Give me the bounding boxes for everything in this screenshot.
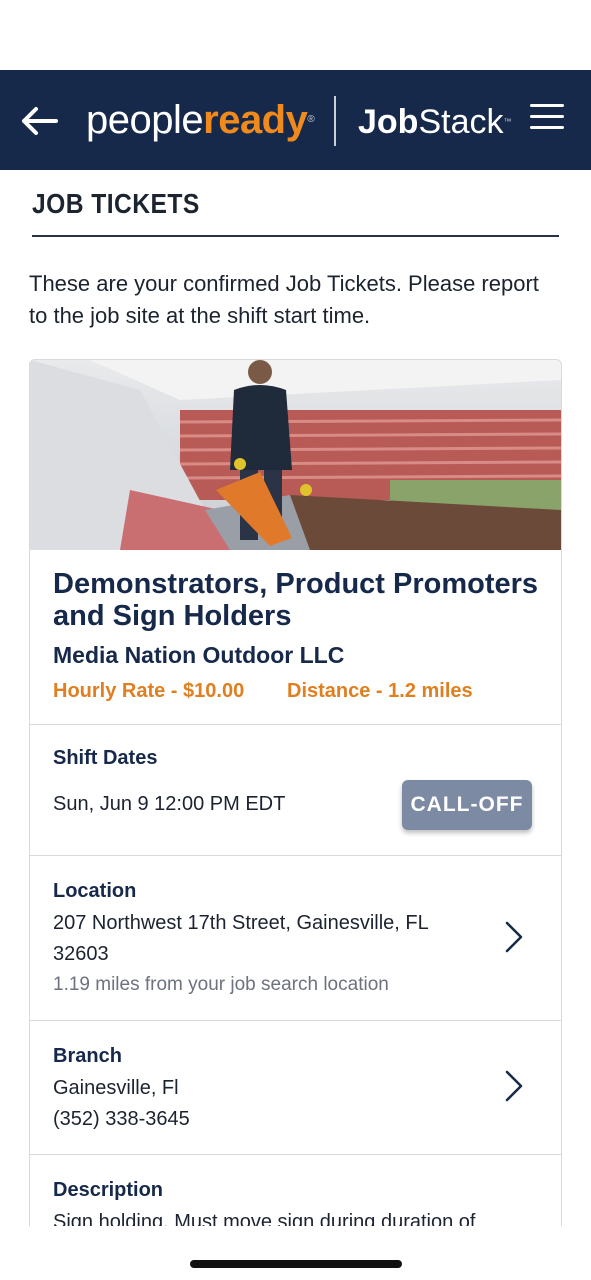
home-indicator[interactable] <box>190 1260 402 1268</box>
app-header: peopleready® JobStack™ <box>0 70 591 170</box>
jobstack-stack: Stack <box>418 103 504 141</box>
branch-phone[interactable]: (352) 338-3645 <box>53 1108 190 1131</box>
peopleready-logo: peopleready® <box>86 92 315 148</box>
logo-people: people <box>86 98 204 142</box>
chevron-right-icon[interactable] <box>502 1069 526 1103</box>
location-address-line2: 32603 <box>53 943 109 965</box>
location-row[interactable]: Location 207 Northwest 17th Street, Gain… <box>30 856 561 1021</box>
jobstack-logo: JobStack™ <box>358 100 512 144</box>
hourly-rate: Hourly Rate - $10.00 <box>53 680 245 702</box>
title-divider <box>32 235 559 237</box>
logo-trademark: ® <box>307 114 315 125</box>
description-row: Description Sign holding. Must move sign… <box>30 1155 561 1227</box>
jobstack-tm: ™ <box>503 117 512 126</box>
intro-text: These are your confirmed Job Tickets. Pl… <box>29 271 539 328</box>
logo-ready: ready <box>203 98 308 142</box>
distance: Distance - 1.2 miles <box>287 680 473 702</box>
branch-label: Branch <box>53 1045 122 1067</box>
bottom-safe-area <box>0 1226 591 1280</box>
chevron-right-icon[interactable] <box>502 920 526 954</box>
company-name: Media Nation Outdoor LLC <box>53 642 345 668</box>
location-label: Location <box>53 880 137 902</box>
location-distance-note: 1.19 miles from your job search location <box>53 974 389 995</box>
jobstack-job: Job <box>358 103 419 141</box>
job-ticket-card: Demonstrators, Product Promoters and Sig… <box>29 359 562 1261</box>
header-divider <box>334 96 336 146</box>
back-arrow-icon[interactable] <box>20 106 58 136</box>
branch-row[interactable]: Branch Gainesville, Fl (352) 338-3645 <box>30 1021 561 1155</box>
description-text: Sign holding. Must move sign during dura… <box>53 1211 476 1227</box>
call-off-button[interactable]: CALL-OFF <box>402 780 532 830</box>
shift-dates-label: Shift Dates <box>53 747 158 769</box>
job-title: Demonstrators, Product Promoters and Sig… <box>53 568 539 632</box>
branch-city: Gainesville, Fl <box>53 1077 179 1099</box>
job-photo <box>30 360 561 550</box>
shift-dates-row: Shift Dates Sun, Jun 9 12:00 PM EDT CALL… <box>30 725 561 856</box>
description-label: Description <box>53 1179 164 1201</box>
page-title: JOB TICKETS <box>32 188 200 219</box>
job-summary: Demonstrators, Product Promoters and Sig… <box>30 550 561 725</box>
hamburger-menu-icon[interactable] <box>530 104 564 130</box>
shift-date-value: Sun, Jun 9 12:00 PM EDT <box>53 793 286 815</box>
location-address-line1: 207 Northwest 17th Street, Gainesville, … <box>53 912 429 934</box>
